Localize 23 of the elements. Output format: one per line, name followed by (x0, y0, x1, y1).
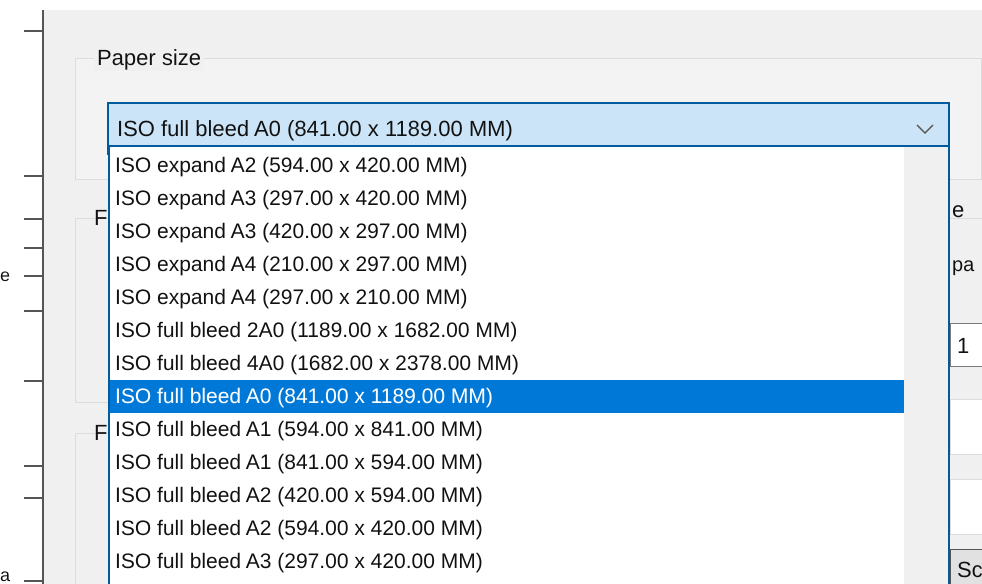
number-field[interactable]: 1 (950, 323, 982, 367)
dropdown-option[interactable]: ISO full bleed A1 (594.00 x 841.00 MM) (110, 413, 904, 446)
text-field[interactable] (950, 479, 982, 535)
dropdown-option[interactable]: ISO expand A3 (297.00 x 420.00 MM) (110, 182, 904, 215)
group-label: e (952, 198, 966, 222)
dropdown-option[interactable]: ISO full bleed A2 (420.00 x 594.00 MM) (110, 479, 904, 512)
label-text: pa (952, 253, 976, 277)
dropdown-option[interactable]: ISO full bleed A0 (841.00 x 1189.00 MM) (110, 380, 904, 413)
dropdown-option[interactable]: ISO full bleed A2 (594.00 x 420.00 MM) (110, 512, 904, 545)
edge-text: e (0, 266, 10, 284)
dropdown-option[interactable]: ISO expand A4 (210.00 x 297.00 MM) (110, 248, 904, 281)
dropdown-option[interactable]: ISO full bleed A1 (841.00 x 594.00 MM) (110, 446, 904, 479)
text-field[interactable] (950, 399, 982, 455)
edge-text: a (0, 566, 10, 584)
dropdown-option[interactable]: ISO full bleed 4A0 (1682.00 x 2378.00 MM) (110, 347, 904, 380)
group-label: F (94, 420, 108, 446)
dropdown-option[interactable]: ISO expand A4 (297.00 x 210.00 MM) (110, 281, 904, 314)
group-label: F (94, 205, 108, 231)
dropdown-option[interactable]: ISO full bleed A3 (297.00 x 420.00 MM) (110, 545, 904, 578)
dropdown-option[interactable]: ISO full bleed 2A0 (1189.00 x 1682.00 MM) (110, 314, 904, 347)
dropdown-option[interactable]: ISO expand A3 (420.00 x 297.00 MM) (110, 215, 904, 248)
chevron-down-icon (916, 124, 934, 134)
side-button[interactable]: Sc (950, 549, 982, 584)
